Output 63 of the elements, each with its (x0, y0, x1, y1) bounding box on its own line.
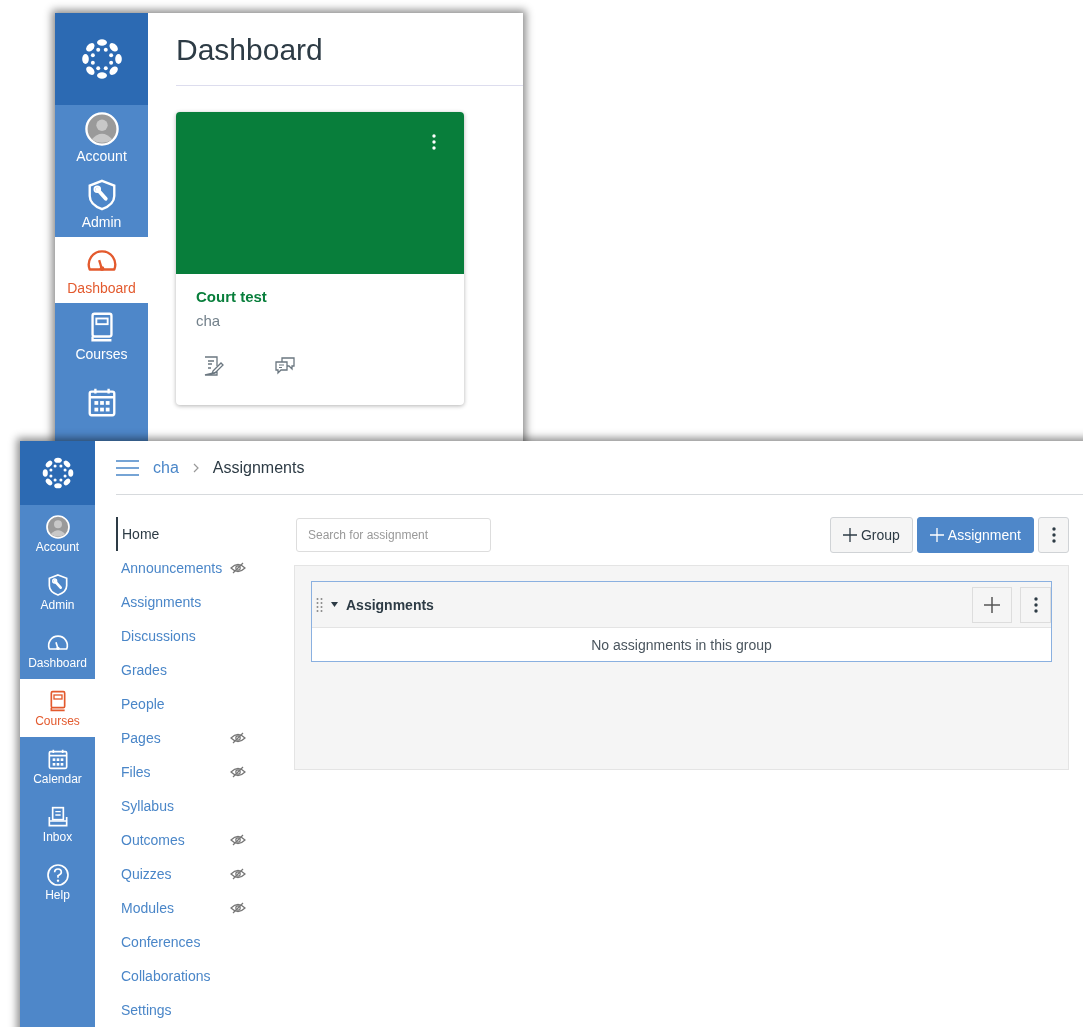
course-nav-item[interactable]: Discussions (116, 619, 276, 653)
global-nav-item[interactable]: Calendar (20, 737, 95, 795)
course-nav-item[interactable]: Home (116, 517, 276, 551)
course-nav-item[interactable]: People (116, 687, 276, 721)
hidden-eye-icon (230, 902, 246, 914)
global-nav-item[interactable]: Dashboard (55, 237, 148, 303)
hidden-eye-icon (230, 868, 246, 880)
course-nav-item[interactable]: Conferences (116, 925, 276, 959)
course-nav-item[interactable]: Outcomes (116, 823, 276, 857)
more-button[interactable] (1038, 517, 1069, 553)
breadcrumb-link[interactable]: cha (153, 458, 179, 477)
course-nav-item[interactable]: Assignments (116, 585, 276, 619)
avatar-icon (45, 514, 70, 539)
course-nav-item[interactable]: Grades (116, 653, 276, 687)
hidden-eye-icon (230, 562, 246, 574)
course-nav-item[interactable]: Pages (116, 721, 276, 755)
plus-icon (929, 528, 944, 542)
caret-icon[interactable] (331, 602, 338, 607)
course-nav-item[interactable]: Settings (116, 993, 276, 1027)
group-title: Assignments (346, 596, 435, 613)
more-icon (1033, 596, 1038, 613)
course-nav-item[interactable]: Files (116, 755, 276, 789)
breadcrumb-current: Assignments (212, 458, 305, 477)
more-icon (432, 134, 436, 150)
global-nav-item[interactable]: Dashboard (20, 621, 95, 679)
search-field[interactable]: Search for assignment (296, 518, 491, 552)
course-nav-item[interactable]: Collaborations (116, 959, 276, 993)
global-nav-item[interactable]: Admin (55, 171, 148, 237)
global-nav-item[interactable]: Help (20, 853, 95, 911)
assignment-icon[interactable] (202, 355, 224, 377)
global-nav-item[interactable]: Inbox (20, 795, 95, 853)
hidden-eye-icon (230, 766, 246, 778)
plus-icon (842, 528, 857, 542)
more-button[interactable] (1020, 586, 1051, 623)
course-nav-item[interactable]: Modules (116, 891, 276, 925)
more-icon (1051, 527, 1056, 543)
logo-icon[interactable] (79, 37, 124, 81)
logo-icon[interactable] (40, 456, 75, 490)
add-button[interactable] (972, 586, 1012, 623)
course-nav-item[interactable]: Quizzes (116, 857, 276, 891)
course-nav-item[interactable]: Announcements (116, 551, 276, 585)
hidden-eye-icon (230, 732, 246, 744)
course-card[interactable]: Court test cha (176, 112, 464, 405)
course-nav-item[interactable]: Syllabus (116, 789, 276, 823)
global-nav-item[interactable]: Account (20, 505, 95, 563)
page-title: Dashboard (176, 33, 324, 67)
global-nav-item[interactable]: Admin (20, 563, 95, 621)
help-icon (45, 862, 70, 887)
add-button[interactable]: Group (829, 517, 913, 553)
menu-icon[interactable] (116, 459, 139, 476)
global-nav-item[interactable]: Courses (20, 679, 95, 737)
drag-handle-icon[interactable] (316, 597, 323, 612)
add-button[interactable]: Assignment (916, 517, 1034, 553)
global-nav-item[interactable]: Courses (55, 303, 148, 369)
global-nav-item[interactable]: Account (55, 105, 148, 171)
avatar-icon (84, 112, 119, 146)
discussion-icon[interactable] (274, 355, 296, 377)
course-code: cha (196, 312, 222, 329)
empty-message: No assignments in this group (590, 635, 773, 655)
plus-icon (984, 596, 1000, 613)
course-name[interactable]: Court test (196, 288, 464, 305)
chevron-icon (192, 462, 199, 473)
hidden-eye-icon (230, 834, 246, 846)
